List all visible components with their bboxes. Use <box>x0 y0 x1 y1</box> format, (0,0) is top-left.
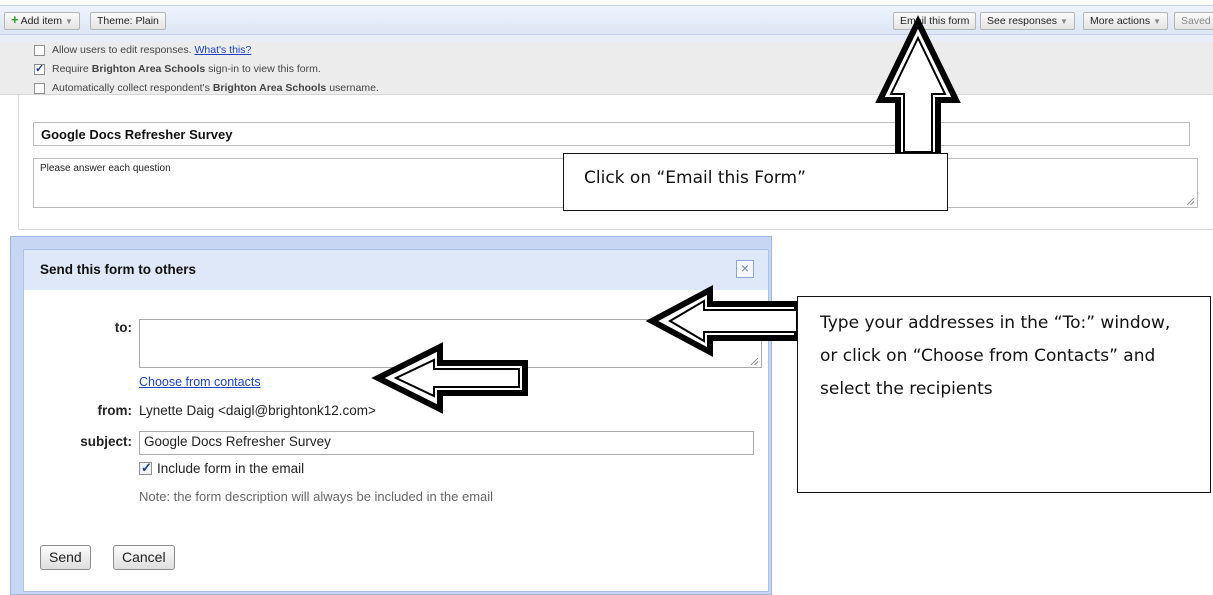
more-actions-button[interactable]: More actions ▼ <box>1083 12 1169 30</box>
resize-grip-icon[interactable] <box>1187 198 1194 205</box>
chevron-down-icon: ▼ <box>1060 17 1068 26</box>
allow-edit-checkbox[interactable] <box>34 44 45 56</box>
to-window-callout: Type your addresses in the “To:” window,… <box>797 296 1211 493</box>
description-note: Note: the form description will always b… <box>139 489 494 504</box>
collect-username-option: Automatically collect respondent's Brigh… <box>34 81 379 95</box>
resize-grip-icon[interactable] <box>751 358 758 365</box>
whats-this-link[interactable]: What's this? <box>194 44 251 56</box>
close-icon[interactable]: × <box>736 260 754 278</box>
dialog-title: Send this form to others <box>40 262 197 277</box>
theme-button[interactable]: Theme: Plain <box>90 12 166 30</box>
require-signin-post: sign-in to view this form. <box>208 63 321 75</box>
form-title-input[interactable]: Google Docs Refresher Survey <box>33 122 1190 146</box>
see-responses-label: See responses <box>987 15 1058 27</box>
allow-edit-option: Allow users to edit responses. What's th… <box>34 43 251 57</box>
subject-field[interactable]: Google Docs Refresher Survey <box>139 431 754 455</box>
dialog-header: Send this form to others × <box>24 250 768 290</box>
from-label: from: <box>97 403 133 418</box>
form-editor-toolbar: + Add item ▼ Theme: Plain Email this form … <box>0 5 1213 41</box>
collect-username-post: username. <box>329 82 379 94</box>
form-body-border-bottom <box>18 229 1213 230</box>
from-value: Lynette Daig <daigl@brightonk12.com> <box>139 403 376 418</box>
subject-label: subject: <box>80 434 132 449</box>
email-this-form-button[interactable]: Email this form <box>893 12 977 30</box>
require-signin-pre: Require <box>52 63 89 75</box>
form-description-text: Please answer each question <box>40 163 171 174</box>
email-form-callout: Click on “Email this Form” <box>563 153 948 211</box>
saved-button[interactable]: Saved <box>1174 12 1213 30</box>
require-signin-org: Brighton Area Schools <box>91 63 206 75</box>
to-field[interactable] <box>139 319 762 368</box>
to-label: to: <box>114 320 132 335</box>
collect-username-pre: Automatically collect respondent's <box>52 82 210 94</box>
collect-username-checkbox[interactable] <box>34 82 45 94</box>
include-form-checkbox[interactable] <box>139 460 152 476</box>
plus-icon: + <box>11 12 19 27</box>
chevron-down-icon: ▼ <box>1153 17 1162 26</box>
include-form-label: Include form in the email <box>157 461 305 476</box>
send-button[interactable]: Send <box>40 545 91 570</box>
require-signin-checkbox[interactable] <box>34 62 45 75</box>
add-item-label: Add item <box>20 15 63 27</box>
more-actions-label: More actions <box>1090 15 1151 27</box>
include-form-option: Include form in the email <box>139 460 305 476</box>
form-settings-panel: Allow users to edit responses. What's th… <box>0 41 1213 95</box>
collect-username-org: Brighton Area Schools <box>212 82 327 94</box>
cancel-button[interactable]: Cancel <box>113 545 175 570</box>
form-body-border <box>18 95 19 230</box>
choose-from-contacts-link[interactable]: Choose from contacts <box>139 375 261 389</box>
require-signin-option: Require Brighton Area Schools sign-in to… <box>34 62 321 76</box>
chevron-down-icon: ▼ <box>65 17 73 26</box>
allow-edit-label: Allow users to edit responses. <box>52 44 192 56</box>
send-form-dialog-body: Send this form to others × to: Choose fr… <box>23 249 769 592</box>
send-form-dialog: Send this form to others × to: Choose fr… <box>10 236 772 595</box>
see-responses-button[interactable]: See responses ▼ <box>980 12 1075 30</box>
add-item-button[interactable]: + Add item ▼ <box>4 12 80 30</box>
